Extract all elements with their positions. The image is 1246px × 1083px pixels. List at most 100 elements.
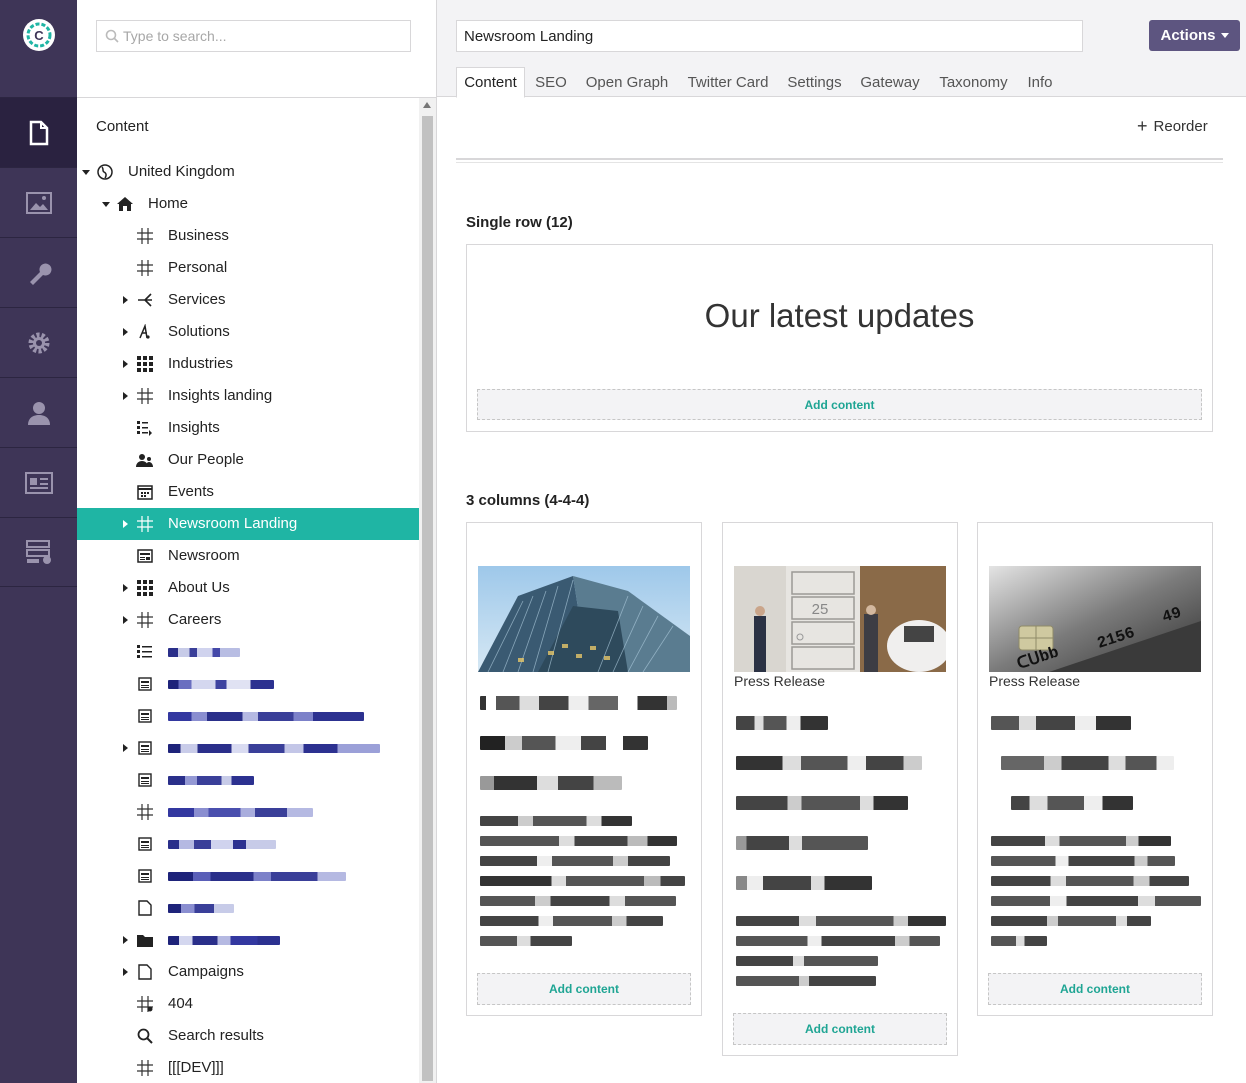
tree-node-label: Campaigns [168, 963, 244, 980]
tree-node-label: 404 [168, 995, 194, 1012]
tree-node-solutions[interactable]: Solutions [77, 316, 419, 348]
caret-right-icon[interactable] [123, 360, 128, 368]
tree-node-business[interactable]: Business [77, 220, 419, 252]
tree-node-insights[interactable]: Insights [77, 412, 419, 444]
tab-gateway[interactable]: Gateway [858, 67, 922, 97]
tree-node-label: Business [168, 227, 229, 244]
caret-right-icon[interactable] [123, 328, 128, 336]
tab-seo[interactable]: SEO [533, 67, 569, 97]
caret-down-icon[interactable] [82, 170, 90, 175]
scrollbar-thumb[interactable] [422, 116, 433, 1081]
people-icon [136, 451, 154, 469]
tree-node-home[interactable]: Home [77, 188, 419, 220]
obscured-text [480, 896, 676, 906]
tree-node-obscured[interactable] [77, 860, 419, 892]
section-members[interactable] [0, 447, 77, 517]
tree-node-events[interactable]: Events [77, 476, 419, 508]
row-label: 3 columns (4-4-4) [466, 492, 590, 509]
grid-hash-icon [136, 387, 154, 405]
wrench-icon [29, 263, 51, 285]
tab-settings[interactable]: Settings [786, 67, 843, 97]
id-card-icon [24, 471, 53, 494]
tree-node-obscured[interactable] [77, 764, 419, 796]
tree-node-services[interactable]: Services [77, 284, 419, 316]
tree-heading[interactable]: Content [96, 118, 149, 135]
obscured-text [736, 716, 828, 730]
tab-open-graph[interactable]: Open Graph [584, 67, 670, 97]
tab-taxonomy[interactable]: Taxonomy [937, 67, 1010, 97]
tree-node-industries[interactable]: Industries [77, 348, 419, 380]
tree-node-dev[interactable]: [[[DEV]]] [77, 1052, 419, 1083]
search-input[interactable] [123, 28, 403, 44]
tree-node-obscured[interactable] [77, 668, 419, 700]
row-label: Single row (12) [466, 214, 573, 231]
building-photo[interactable] [478, 566, 690, 672]
caret-down-icon[interactable] [102, 202, 110, 207]
section-users[interactable] [0, 377, 77, 447]
section-media[interactable] [0, 167, 77, 237]
tree-node-careers[interactable]: Careers [77, 604, 419, 636]
caret-right-icon[interactable] [123, 744, 128, 752]
tree-node-obscured[interactable] [77, 700, 419, 732]
caret-right-icon[interactable] [123, 968, 128, 976]
tree-node-label: Careers [168, 611, 222, 628]
caret-right-icon[interactable] [123, 392, 128, 400]
tree-node-obscured[interactable] [77, 732, 419, 764]
obscured-text [991, 876, 1189, 886]
tab-twitter-card[interactable]: Twitter Card [685, 67, 771, 97]
caret-right-icon[interactable] [123, 296, 128, 304]
caret-right-icon[interactable] [123, 936, 128, 944]
tree-node-search-results[interactable]: Search results [77, 1020, 419, 1052]
tree-node-obscured[interactable] [77, 924, 419, 956]
section-settings[interactable] [0, 237, 77, 307]
tree-node-newsroom[interactable]: Newsroom [77, 540, 419, 572]
section-heading[interactable]: Our latest updates [467, 297, 1212, 335]
logo-icon: C [22, 19, 55, 51]
editor-header: Actions Content SEO Open Graph Twitter C… [437, 0, 1246, 98]
caret-right-icon[interactable] [123, 584, 128, 592]
folder-icon [136, 931, 154, 949]
reorder-button[interactable]: + Reorder [1137, 117, 1208, 135]
caret-right-icon[interactable] [123, 520, 128, 528]
obscured-text [991, 936, 1047, 946]
grid-hash-icon [136, 227, 154, 245]
actions-button[interactable]: Actions [1149, 20, 1240, 51]
card-photo[interactable]: ᑕᑌbb 2156 49 [989, 566, 1201, 672]
tab-content[interactable]: Content [456, 67, 525, 98]
tree-node-obscured[interactable] [77, 828, 419, 860]
tree-node-campaigns[interactable]: Campaigns [77, 956, 419, 988]
grid-hash-icon [136, 1059, 154, 1077]
tree-node-obscured[interactable] [77, 892, 419, 924]
grid-squares-icon [136, 579, 154, 597]
doorway-photo[interactable]: 25 [734, 566, 946, 672]
tree-search[interactable] [96, 20, 411, 52]
tree-node-obscured[interactable] [77, 636, 419, 668]
add-content-button[interactable]: Add content [477, 973, 691, 1005]
grid-hash-icon [136, 515, 154, 533]
node-name-input[interactable] [456, 20, 1083, 52]
grid-column-1: Add content [466, 522, 702, 1016]
app-logo[interactable]: C [0, 0, 77, 70]
calendar-icon [136, 483, 154, 501]
tree-node-our-people[interactable]: Our People [77, 444, 419, 476]
obscured-text [480, 836, 677, 846]
add-content-button[interactable]: Add content [733, 1013, 947, 1045]
tree-node-personal[interactable]: Personal [77, 252, 419, 284]
tree-node-obscured[interactable] [77, 796, 419, 828]
section-content[interactable] [0, 97, 77, 167]
tree-node-united-kingdom[interactable]: United Kingdom [77, 156, 419, 188]
obscured-text [991, 896, 1201, 906]
caret-right-icon[interactable] [123, 616, 128, 624]
tree-scrollbar[interactable] [419, 98, 436, 1083]
tree-node-about-us[interactable]: About Us [77, 572, 419, 604]
document-icon [29, 120, 48, 145]
add-content-button[interactable]: Add content [477, 389, 1202, 420]
tree-node-404[interactable]: 404 [77, 988, 419, 1020]
add-content-button[interactable]: Add content [988, 973, 1202, 1005]
tree-node-insights-landing[interactable]: Insights landing [77, 380, 419, 412]
section-forms[interactable] [0, 517, 77, 587]
tree-node-newsroom-landing[interactable]: Newsroom Landing [77, 508, 419, 540]
section-developer[interactable] [0, 307, 77, 377]
scroll-up-icon[interactable] [423, 102, 431, 108]
tab-info[interactable]: Info [1025, 67, 1055, 97]
